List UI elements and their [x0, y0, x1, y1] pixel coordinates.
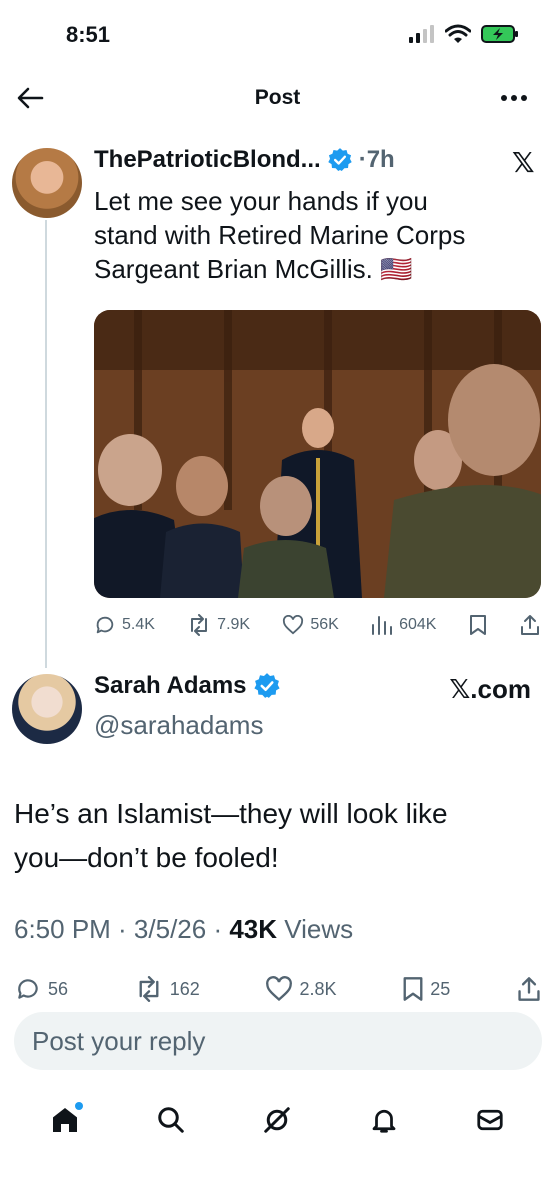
repost-button[interactable]: 7.9K: [187, 614, 250, 636]
us-flag-icon: 🇺🇸: [380, 254, 413, 284]
main-post-text: He’s an Islamist—they will look like you…: [14, 792, 534, 880]
quoted-author[interactable]: ThePatrioticBlond... ·7h: [94, 146, 395, 174]
like-button[interactable]: 56K: [282, 615, 339, 635]
author-handle[interactable]: @sarahadams: [94, 710, 263, 741]
page-title: Post: [254, 86, 301, 109]
quoted-post-text: Let me see your hands if you stand with …: [94, 184, 544, 286]
main-post-actions: 56 162 2.8K 25: [14, 976, 542, 1002]
battery-icon: [481, 25, 518, 43]
share-icon: [518, 977, 540, 1001]
like-count: 2.8K: [299, 978, 337, 999]
repost-button[interactable]: 162: [134, 976, 200, 1002]
reply-icon: [96, 616, 114, 634]
text-line: you—don’t be fooled!: [14, 842, 279, 873]
post-age: ·7h: [358, 146, 395, 173]
tab-messages[interactable]: [468, 1098, 512, 1142]
quoted-post-actions: 5.4K 7.9K 56K 604K: [94, 614, 541, 636]
bookmark-count: 25: [430, 978, 451, 999]
like-button[interactable]: 2.8K: [265, 976, 337, 1002]
repost-count: 162: [169, 978, 200, 999]
share-icon: [520, 615, 539, 635]
status-time: 8:51: [66, 22, 111, 47]
wifi-icon: [445, 24, 471, 43]
reply-button[interactable]: 5.4K: [94, 614, 155, 636]
reply-button[interactable]: 56: [14, 976, 68, 1002]
author-name: ThePatrioticBlond...: [94, 146, 321, 173]
tab-notifications[interactable]: [362, 1098, 406, 1142]
views-button[interactable]: 604K: [371, 615, 436, 635]
views-count: 604K: [399, 616, 437, 633]
repost-count: 7.9K: [217, 616, 251, 633]
main-author[interactable]: Sarah Adams: [94, 672, 281, 700]
share-button[interactable]: [519, 614, 541, 636]
tab-grok[interactable]: [255, 1098, 299, 1142]
reply-input[interactable]: Post your reply: [14, 1012, 542, 1070]
bookmark-icon: [469, 615, 486, 635]
repost-icon: [139, 976, 159, 1002]
avatar-sarah-adams[interactable]: [12, 674, 82, 744]
views-icon: [372, 616, 393, 635]
bell-icon: [372, 1109, 396, 1133]
grok-icon: [264, 1107, 291, 1133]
heart-icon: [266, 976, 293, 1002]
reply-count: 56: [48, 978, 69, 999]
like-count: 56K: [310, 616, 339, 633]
verified-badge-icon: [253, 673, 280, 698]
bookmark-icon: [403, 977, 423, 1001]
reply-placeholder: Post your reply: [32, 1025, 206, 1056]
bottom-tab-bar: [0, 1090, 555, 1150]
bookmark-button[interactable]: 25: [402, 976, 450, 1002]
views-count[interactable]: 43K: [229, 914, 277, 944]
post-timestamp: 6:50 PM · 3/5/26 · 43K Views: [14, 914, 353, 945]
mail-icon: [477, 1109, 503, 1131]
heart-icon: [283, 615, 304, 635]
tab-home[interactable]: [43, 1098, 87, 1142]
share-button[interactable]: [516, 976, 542, 1002]
search-icon: [158, 1107, 185, 1133]
author-name: Sarah Adams: [94, 672, 247, 699]
tab-search[interactable]: [149, 1098, 193, 1142]
reply-icon: [18, 979, 38, 999]
notification-dot: [75, 1102, 84, 1110]
reply-count: 5.4K: [122, 616, 155, 633]
verified-badge-icon: [327, 148, 352, 172]
views-label: Views: [277, 914, 354, 944]
x-logo-icon: 𝕏: [512, 147, 535, 178]
text-line: stand with Retired Marine Corps: [94, 220, 466, 250]
avatar-patriotic-blonde[interactable]: [12, 148, 82, 218]
repost-icon: [191, 614, 208, 636]
status-icons: [409, 24, 519, 44]
source-label[interactable]: 𝕏.com: [449, 674, 531, 705]
photo-illustration: [94, 310, 541, 598]
thread-line: [45, 220, 47, 668]
post-image[interactable]: [94, 310, 541, 598]
more-icon: [501, 95, 527, 101]
text-line: He’s an Islamist—they will look like: [14, 798, 448, 829]
text-line: Sargeant Brian McGillis. 🇺🇸: [94, 254, 413, 284]
more-button[interactable]: [499, 86, 529, 110]
signal-icon: [409, 25, 434, 43]
text-line: Let me see your hands if you: [94, 186, 428, 216]
bookmark-button[interactable]: [469, 614, 487, 636]
timestamp-text: 6:50 PM · 3/5/26 ·: [14, 914, 230, 944]
